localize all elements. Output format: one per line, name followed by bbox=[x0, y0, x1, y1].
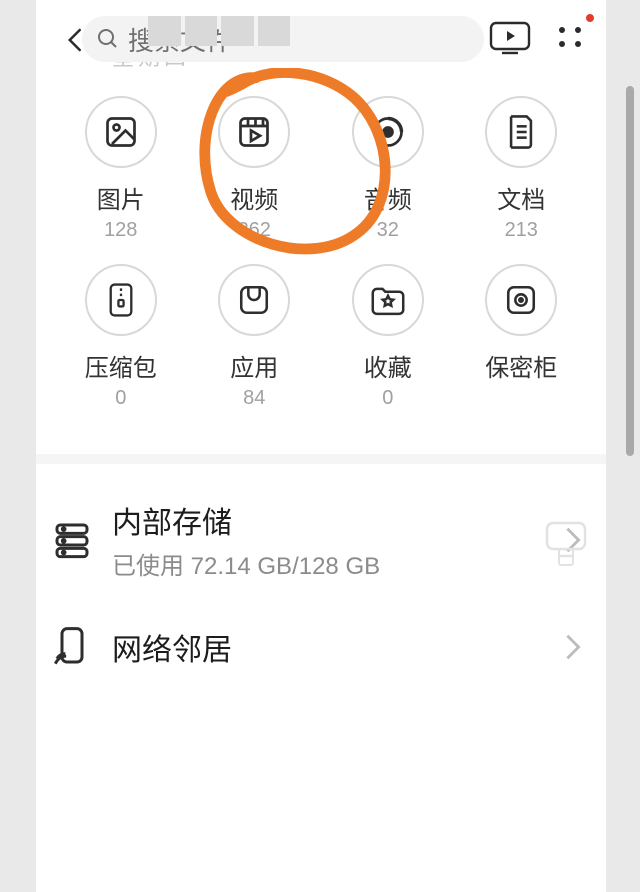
image-icon bbox=[103, 114, 139, 150]
category-label: 音频 bbox=[364, 180, 412, 215]
top-bar: 2 星期四 搜索文件 bbox=[36, 0, 606, 80]
network-neighborhood-row[interactable]: 网络邻居 bbox=[36, 615, 606, 679]
category-count: 128 bbox=[104, 219, 137, 242]
storage-subtitle: 已使用 72.14 GB/128 GB bbox=[112, 546, 564, 581]
page-scrollbar[interactable] bbox=[626, 86, 634, 456]
category-safe[interactable]: 保密柜 bbox=[455, 264, 589, 410]
category-count: 213 bbox=[505, 219, 538, 242]
network-icon bbox=[52, 625, 112, 669]
chevron-right-icon bbox=[564, 633, 582, 661]
category-label: 文档 bbox=[497, 180, 545, 215]
category-audio[interactable]: 音频 32 bbox=[321, 96, 455, 242]
category-label: 图片 bbox=[97, 180, 145, 215]
category-label: 保密柜 bbox=[485, 348, 557, 383]
category-count: 32 bbox=[377, 219, 399, 242]
storage-title: 内部存储 bbox=[112, 498, 564, 542]
archive-icon bbox=[105, 282, 137, 318]
cast-icon[interactable] bbox=[488, 20, 532, 56]
document-icon bbox=[504, 113, 538, 151]
video-icon bbox=[236, 114, 272, 150]
app-icon bbox=[237, 283, 271, 317]
audio-icon bbox=[370, 114, 406, 150]
search-icon bbox=[96, 27, 120, 51]
category-count: 0 bbox=[115, 387, 126, 410]
category-videos[interactable]: 视频 362 bbox=[188, 96, 322, 242]
file-manager-screen: 2 星期四 搜索文件 bbox=[36, 0, 606, 892]
internal-storage-row[interactable]: 内部存储 已使用 72.14 GB/128 GB bbox=[36, 488, 606, 591]
category-documents[interactable]: 文档 213 bbox=[455, 96, 589, 242]
category-count: 0 bbox=[382, 387, 393, 410]
category-label: 收藏 bbox=[364, 348, 412, 383]
category-label: 视频 bbox=[230, 180, 278, 215]
category-archives[interactable]: 压缩包 0 bbox=[54, 264, 188, 410]
network-title: 网络邻居 bbox=[112, 625, 564, 669]
censored-area bbox=[146, 14, 292, 48]
notification-dot bbox=[586, 14, 594, 22]
category-label: 压缩包 bbox=[85, 348, 157, 383]
category-count: 362 bbox=[238, 219, 271, 242]
category-favorites[interactable]: 收藏 0 bbox=[321, 264, 455, 410]
floating-cast-ghost-inner bbox=[558, 548, 574, 566]
safe-icon bbox=[504, 283, 538, 317]
category-images[interactable]: 图片 128 bbox=[54, 96, 188, 242]
more-icon[interactable] bbox=[554, 22, 594, 54]
category-label: 应用 bbox=[230, 348, 278, 383]
favorite-icon bbox=[370, 284, 406, 316]
category-apps[interactable]: 应用 84 bbox=[188, 264, 322, 410]
storage-icon bbox=[52, 520, 112, 560]
storage-list: 内部存储 已使用 72.14 GB/128 GB 网络邻居 bbox=[36, 454, 606, 679]
category-count: 84 bbox=[243, 387, 265, 410]
category-grid: 图片 128 视频 362 音频 32 bbox=[36, 96, 606, 410]
